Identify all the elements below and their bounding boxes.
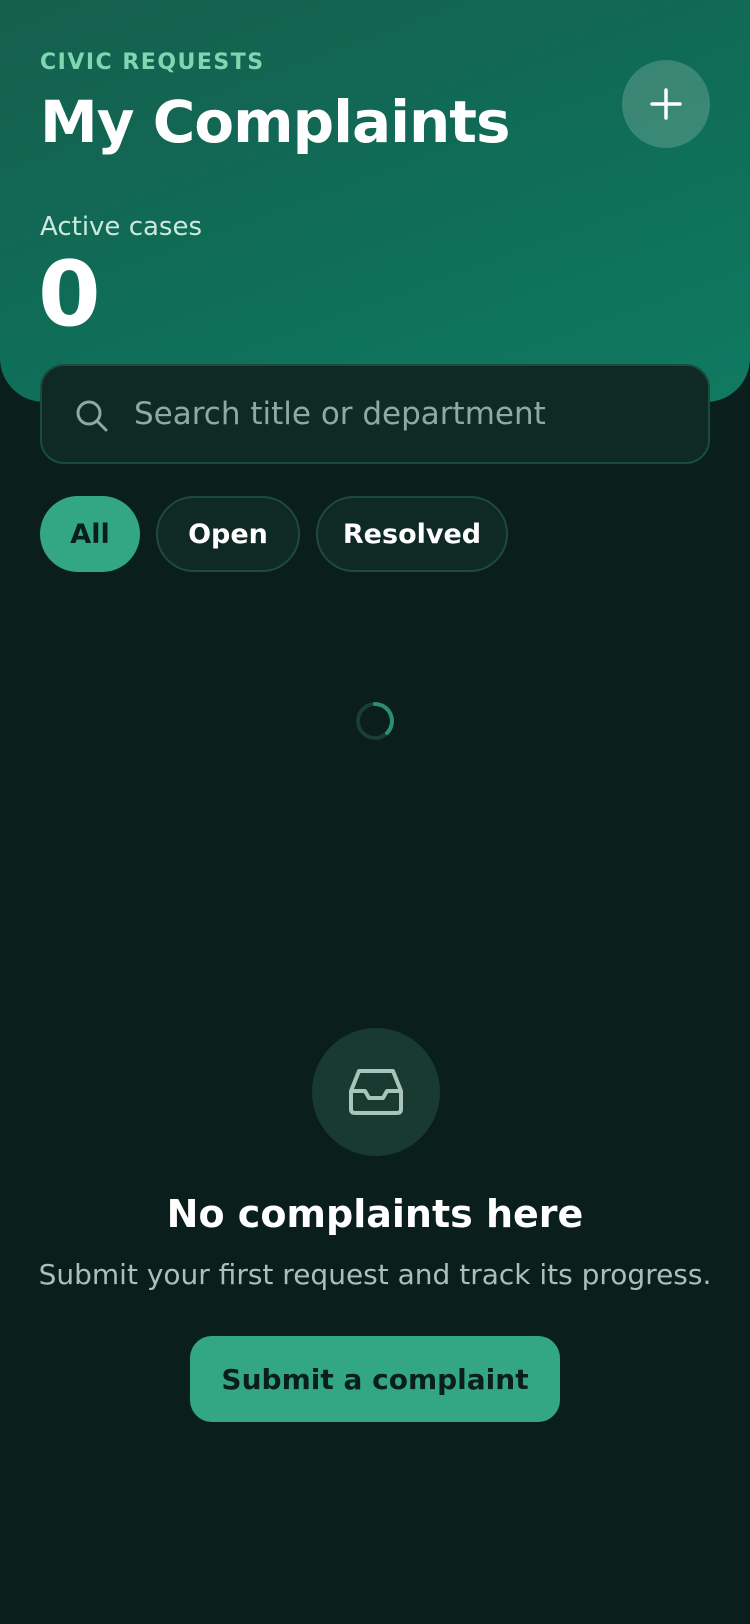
filter-chip-resolved[interactable]: Resolved bbox=[316, 496, 508, 572]
header-panel: CIVIC REQUESTS My Complaints Active case… bbox=[0, 0, 750, 402]
active-cases-label: Active cases bbox=[40, 212, 203, 242]
submit-complaint-button[interactable]: Submit a complaint bbox=[190, 1336, 560, 1422]
add-complaint-button[interactable] bbox=[622, 60, 710, 148]
empty-state-subtitle: Submit your first request and track its … bbox=[38, 1258, 712, 1291]
search-bar[interactable] bbox=[40, 364, 710, 464]
inbox-icon bbox=[349, 1069, 403, 1115]
submit-complaint-label: Submit a complaint bbox=[221, 1362, 529, 1396]
filter-chip-open[interactable]: Open bbox=[156, 496, 300, 572]
filter-chip-all[interactable]: All bbox=[40, 496, 140, 572]
search-icon bbox=[76, 400, 108, 432]
loading-spinner-icon bbox=[356, 702, 394, 740]
plus-icon bbox=[650, 88, 682, 120]
page-title: My Complaints bbox=[40, 88, 511, 156]
active-cases-count: 0 bbox=[38, 242, 101, 347]
empty-state-title: No complaints here bbox=[166, 1192, 584, 1236]
filter-chip-label: Open bbox=[188, 518, 268, 550]
search-input[interactable] bbox=[134, 366, 694, 462]
section-eyebrow: CIVIC REQUESTS bbox=[40, 50, 265, 75]
empty-state-icon-circle bbox=[312, 1028, 440, 1156]
filter-chip-label: All bbox=[70, 518, 110, 550]
complaints-screen: CIVIC REQUESTS My Complaints Active case… bbox=[0, 0, 750, 1624]
filter-chip-label: Resolved bbox=[342, 518, 482, 550]
